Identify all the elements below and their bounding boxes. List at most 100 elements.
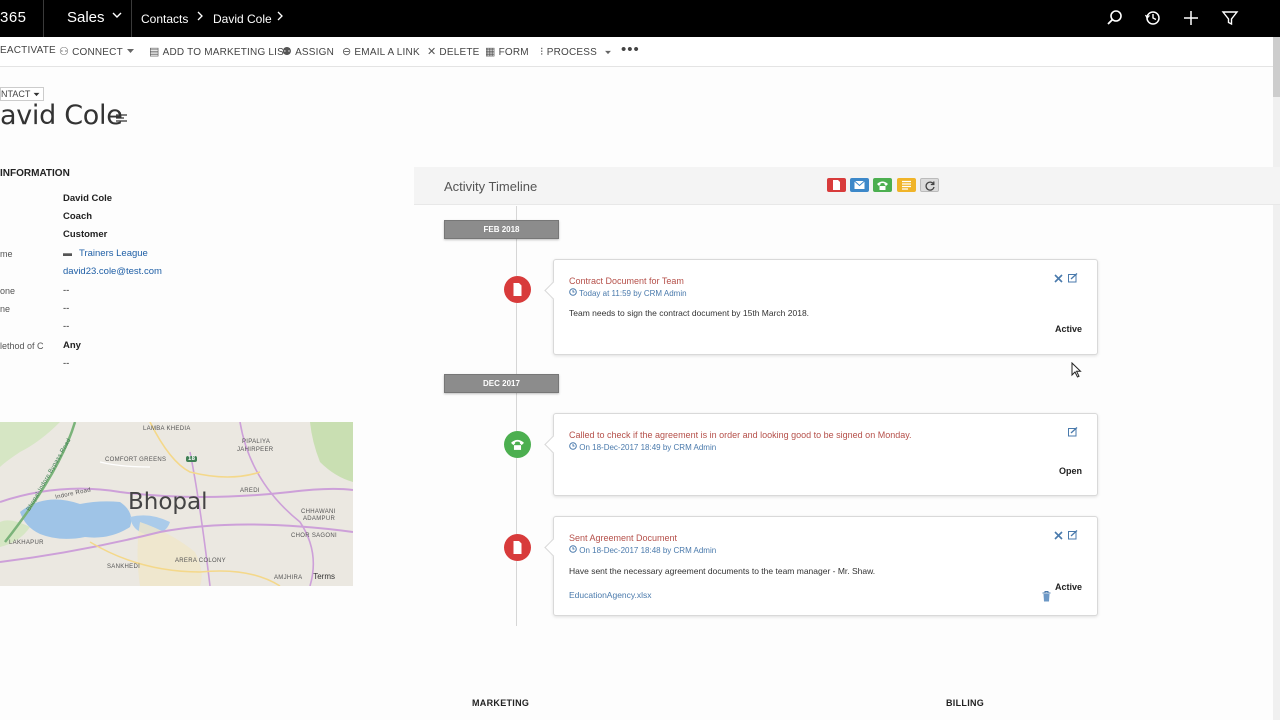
chevron-right-icon[interactable] <box>276 10 284 24</box>
chevron-down-icon[interactable] <box>112 10 122 23</box>
map-label: AREDI <box>240 488 260 494</box>
chevron-down-icon <box>33 92 40 97</box>
activity-meta: On 18-Dec-2017 18:49 by CRM Admin <box>569 442 716 452</box>
timeline-document-marker <box>504 276 531 303</box>
fax-value[interactable]: -- <box>63 321 69 332</box>
location-map[interactable]: LAMBA KHEDIA PIPALIYA JAHIRPEER COMFORT … <box>0 422 353 586</box>
process-icon: ⁝ <box>540 46 544 58</box>
activity-title[interactable]: Contract Document for Team <box>569 276 684 286</box>
search-icon[interactable] <box>1106 9 1126 29</box>
clock-icon <box>569 288 577 296</box>
timeline-activity-card[interactable]: Called to check if the agreement is in o… <box>553 413 1098 496</box>
edit-activity-icon[interactable] <box>1068 424 1079 437</box>
map-label: CHHAWANI <box>301 509 336 515</box>
connect-button[interactable]: ⚇ CONNECT <box>59 45 123 58</box>
email-a-link-button[interactable]: ⊖ EMAIL A LINK <box>342 45 420 58</box>
account-name-link[interactable]: ▬ Trainers League <box>63 248 148 259</box>
timeline-phone-marker <box>504 431 531 458</box>
edit-activity-icon[interactable] <box>1068 527 1079 540</box>
map-label: JAHIRPEER <box>237 447 274 453</box>
breadcrumb-contacts[interactable]: Contacts <box>141 12 188 26</box>
account-name-label: me <box>0 249 13 259</box>
notes-icon <box>902 180 911 190</box>
activity-title[interactable]: Sent Agreement Document <box>569 533 677 543</box>
attachment-link[interactable]: EducationAgency.xlsx <box>569 590 652 600</box>
account-icon: ▬ <box>63 248 72 258</box>
filter-icon[interactable] <box>1221 9 1241 29</box>
deactivate-button[interactable]: EACTIVATE <box>0 45 56 56</box>
more-commands-button[interactable]: ••• <box>621 41 640 58</box>
map-label: ADAMPUR <box>303 516 336 522</box>
module-selector[interactable]: Sales <box>67 9 105 26</box>
connect-icon: ⚇ <box>59 46 70 58</box>
email-icon <box>854 180 865 189</box>
refresh-timeline-button[interactable] <box>920 178 939 192</box>
delete-button[interactable]: ✕ DELETE <box>427 45 480 58</box>
assign-label: ASSIGN <box>295 47 335 58</box>
trash-icon[interactable] <box>1042 589 1052 602</box>
clock-icon <box>569 442 577 450</box>
close-activity-icon[interactable] <box>1054 270 1065 283</box>
filter-notes-button[interactable] <box>897 178 916 192</box>
contact-information-heading: INFORMATION <box>0 168 70 179</box>
preferred-contact-method-value[interactable]: Any <box>63 340 81 351</box>
full-name-value[interactable]: David Cole <box>63 193 112 204</box>
activity-description: Have sent the necessary agreement docume… <box>569 566 876 576</box>
link-icon: ⊖ <box>342 46 352 58</box>
page-scrollbar[interactable] <box>1273 37 1280 720</box>
timeline-document-marker <box>504 534 531 561</box>
delete-label: DELETE <box>439 47 480 58</box>
timeline-activity-card[interactable]: Contract Document for Team Today at 11:5… <box>553 259 1098 355</box>
record-menu-icon[interactable] <box>115 111 129 125</box>
relationship-type-value[interactable]: Customer <box>63 229 107 240</box>
command-bar: EACTIVATE ⚇ CONNECT ▤ ADD TO MARKETING LIS… <box>0 37 1280 67</box>
activity-timeline-title: Activity Timeline <box>444 179 538 194</box>
filter-documents-button[interactable] <box>827 178 846 192</box>
edit-activity-icon[interactable] <box>1068 270 1079 283</box>
connect-dropdown-icon[interactable] <box>127 46 134 57</box>
email-value[interactable]: david23.cole@test.com <box>63 266 162 277</box>
job-title-value[interactable]: Coach <box>63 211 92 222</box>
map-label: COMFORT GREENS <box>105 457 167 463</box>
top-navigation-bar: 365 Sales Contacts David Cole <box>0 0 1280 37</box>
business-phone-value[interactable]: -- <box>63 285 69 296</box>
email-a-link-label: EMAIL A LINK <box>354 47 420 58</box>
address-value[interactable]: -- <box>63 358 69 369</box>
mouse-cursor-icon <box>1071 361 1082 383</box>
process-button[interactable]: ⁝ PROCESS <box>540 45 611 58</box>
mobile-phone-value[interactable]: -- <box>63 303 69 314</box>
map-label: ARERA COLONY <box>175 558 226 564</box>
form-button[interactable]: ▦ FORM <box>485 45 529 58</box>
activity-timeline-header <box>414 167 1280 205</box>
map-label: CHOR SAGONI <box>291 533 337 539</box>
breadcrumb-record[interactable]: David Cole <box>213 12 272 26</box>
chevron-right-icon <box>196 10 204 24</box>
form-label: FORM <box>498 47 529 58</box>
phone-icon <box>511 439 524 450</box>
account-name-value: Trainers League <box>79 248 148 259</box>
form-selector-label: NTACT <box>1 89 31 99</box>
filter-phone-calls-button[interactable] <box>873 178 892 192</box>
plus-icon[interactable] <box>1182 9 1202 29</box>
assign-icon: ⚉ <box>282 46 293 58</box>
close-activity-icon[interactable] <box>1054 527 1065 540</box>
timeline-date-group: DEC 2017 <box>444 374 559 393</box>
activity-description: Team needs to sign the contract document… <box>569 308 810 318</box>
timeline-activity-card[interactable]: Sent Agreement Document On 18-Dec-2017 1… <box>553 516 1098 616</box>
activity-title[interactable]: Called to check if the agreement is in o… <box>569 430 912 440</box>
app-title[interactable]: 365 <box>0 9 27 26</box>
map-terms-link[interactable]: Terms <box>313 572 335 581</box>
marketing-section-heading: MARKETING <box>472 698 530 708</box>
timeline-date-group: FEB 2018 <box>444 220 559 239</box>
history-icon[interactable] <box>1144 9 1164 29</box>
map-label: AMJHIRA <box>274 575 303 581</box>
form-selector[interactable]: NTACT <box>0 87 44 101</box>
map-city-label: Bhopal <box>128 489 208 515</box>
clock-icon <box>569 545 577 553</box>
filter-emails-button[interactable] <box>850 178 869 192</box>
timeline-line <box>516 206 517 626</box>
add-to-marketing-list-button[interactable]: ▤ ADD TO MARKETING LIST <box>149 45 290 58</box>
nav-divider <box>43 0 44 37</box>
assign-button[interactable]: ⚉ ASSIGN <box>282 45 334 58</box>
scrollbar-thumb[interactable] <box>1273 37 1280 97</box>
